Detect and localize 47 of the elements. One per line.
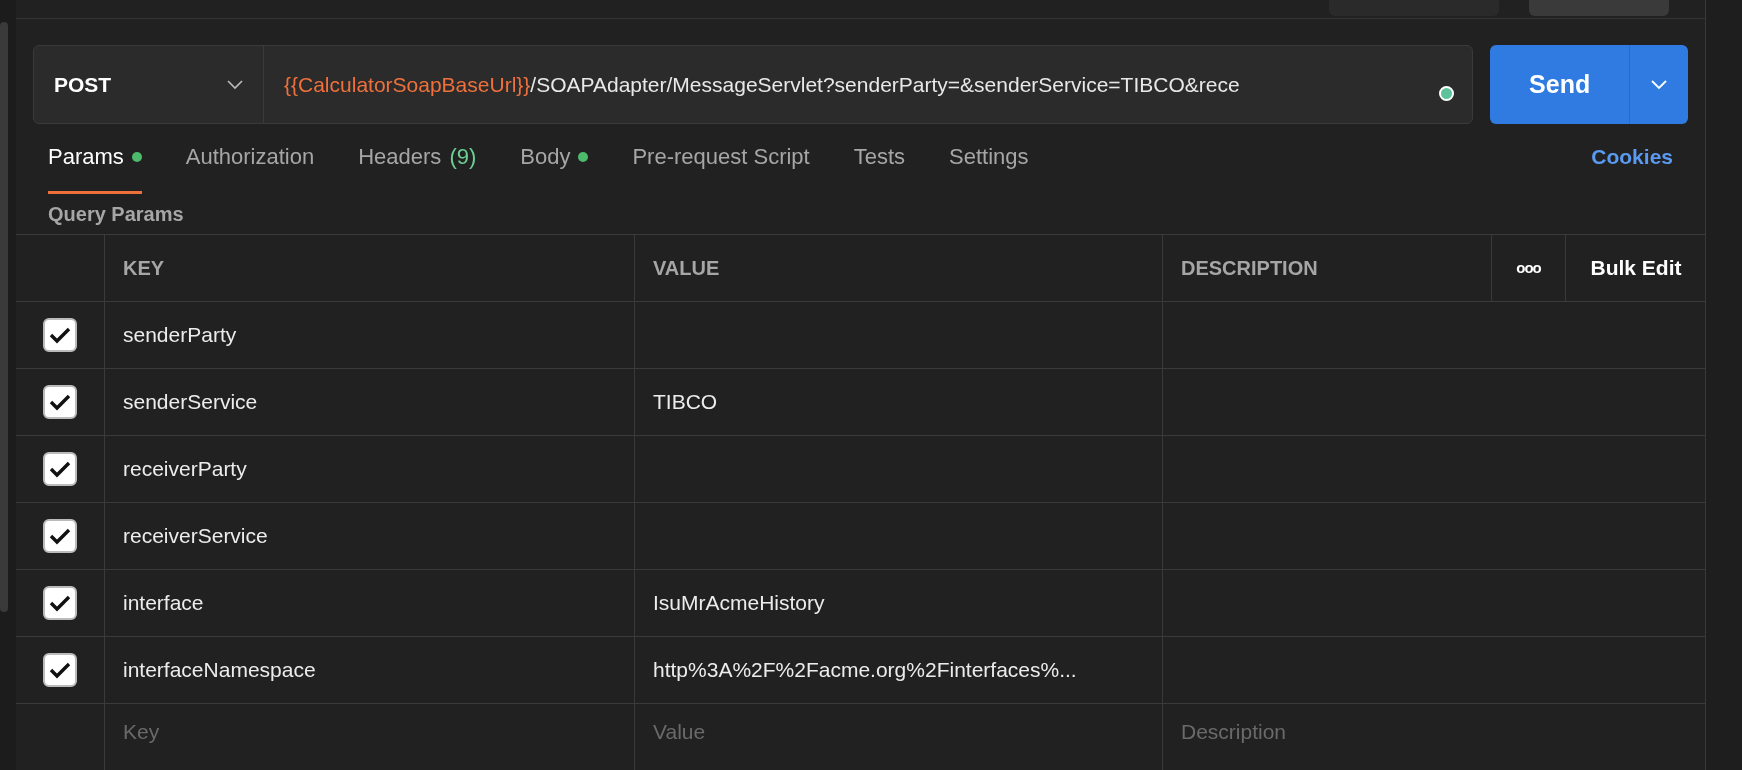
column-header: VALUE (653, 256, 720, 281)
checkbox[interactable] (43, 586, 77, 620)
value-cell-text: IsuMrAcmeHistory (653, 590, 825, 617)
key-cell-text: receiverService (123, 523, 268, 550)
key-cell-text: interfaceNamespace (123, 657, 316, 684)
checkbox[interactable] (43, 452, 77, 486)
key-cell-text: receiverParty (123, 456, 247, 483)
checkbox[interactable] (43, 318, 77, 352)
tab[interactable]: Body (520, 140, 589, 195)
tab[interactable]: Params (48, 140, 142, 195)
tab[interactable]: Authorization (185, 140, 315, 195)
checkmark-icon (49, 661, 71, 679)
more-options-button[interactable]: ooo (1516, 256, 1541, 280)
scrollbar-thumb[interactable] (0, 22, 8, 612)
value-cell-text: TIBCO (653, 389, 718, 416)
url-path: /SOAPAdapter/MessageServlet?senderParty=&senderService=TIBCO&rece (530, 71, 1240, 98)
column-header: KEY (123, 256, 165, 281)
column-header: DESCRIPTION (1181, 256, 1318, 281)
checkbox[interactable] (43, 653, 77, 687)
key-cell-text: senderService (123, 389, 258, 416)
value-cell-text: http%3A%2F%2Facme.org%2Finterfaces%... (653, 657, 1077, 684)
checkmark-icon (49, 527, 71, 545)
cookies-link[interactable]: Cookies (1591, 140, 1673, 195)
section-title: Query Params (48, 202, 184, 228)
bulk-edit-button[interactable]: Bulk Edit (1590, 252, 1682, 284)
tab[interactable]: Settings (949, 140, 1029, 195)
key-cell-text: senderParty (123, 322, 237, 349)
description-input[interactable]: Description (1181, 716, 1688, 748)
value-input[interactable]: Value (653, 716, 1144, 748)
checkmark-icon (49, 326, 71, 344)
send-button[interactable]: Send (1490, 45, 1630, 125)
key-cell-text: interface (123, 590, 204, 617)
chevron-down-icon (227, 79, 243, 90)
tab[interactable]: Pre-request Script (632, 140, 810, 195)
chevron-down-icon (1651, 79, 1667, 90)
tab[interactable]: Headers (9) (358, 140, 477, 195)
url-variable: {{CalculatorSoapBaseUrl}} (284, 71, 531, 98)
checkbox[interactable] (43, 519, 77, 553)
checkbox[interactable] (43, 385, 77, 419)
tab[interactable]: Tests (853, 140, 906, 195)
method-dropdown[interactable]: POST (34, 46, 264, 124)
url-input[interactable]: {{CalculatorSoapBaseUrl}}/SOAPAdapter/MessageServlet?senderParty=&senderService=TIBCO&rece (264, 46, 1473, 124)
key-input[interactable]: Key (123, 716, 616, 748)
checkmark-icon (49, 594, 71, 612)
checkmark-icon (49, 393, 71, 411)
method-label: POST (54, 71, 112, 98)
checkmark-icon (49, 460, 71, 478)
